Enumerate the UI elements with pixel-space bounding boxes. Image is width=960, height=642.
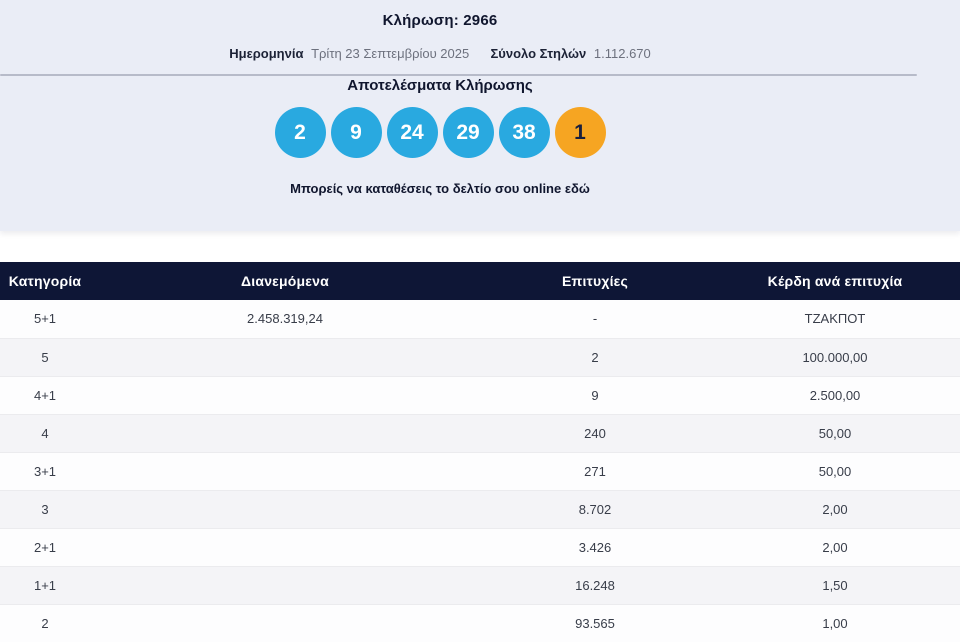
results-title: Αποτελέσματα Κλήρωσης — [347, 77, 533, 94]
joker-number-ball: 1 — [554, 107, 606, 158]
cell-winners: 8.702 — [578, 501, 612, 517]
cell-winners: 271 — [584, 463, 606, 479]
cell-distributed — [90, 452, 480, 490]
results-table: Κατηγορία Διανεμόμενα Επιτυχίες Κέρδη αν… — [0, 262, 960, 642]
table-row: 3 8.702 2,00 — [0, 490, 960, 528]
column-header-distributed: Διανεμόμενα — [90, 262, 480, 300]
cell-category: 3 — [41, 501, 49, 517]
cell-category: 5 — [41, 349, 49, 365]
cell-prize: 1,50 — [822, 577, 848, 593]
cell-distributed — [90, 528, 480, 566]
draw-header: Κλήρωση: 2966 Ημερομηνία Τρίτη 23 Σεπτεμ… — [0, 0, 880, 61]
cell-prize: 2,00 — [822, 501, 848, 517]
total-columns-value: 1.112.670 — [593, 46, 651, 61]
cell-winners: 9 — [591, 387, 599, 403]
table-row: 4 240 50,00 — [0, 414, 960, 452]
cell-distributed — [90, 566, 480, 604]
cell-category: 1+1 — [33, 577, 57, 593]
cell-prize: 100.000,00 — [802, 349, 868, 365]
cell-prize: 50,00 — [818, 425, 852, 441]
cell-category: 2+1 — [33, 539, 57, 555]
deposit-online-link[interactable]: Μπορείς να καταθέσεις το δελτίο σου onli… — [290, 181, 590, 196]
table-header-row: Κατηγορία Διανεμόμενα Επιτυχίες Κέρδη αν… — [0, 262, 960, 300]
table-row: 5 2 100.000,00 — [0, 338, 960, 376]
table-row: 2 93.565 1,00 — [0, 604, 960, 642]
draw-results: Αποτελέσματα Κλήρωσης 2 9 24 29 38 1 Μπο… — [0, 61, 880, 198]
column-header-winners: Επιτυχίες — [480, 262, 710, 300]
total-columns-label: Σύνολο Στηλών — [490, 46, 587, 61]
cell-distributed — [90, 414, 480, 452]
cell-distributed — [90, 338, 480, 376]
winning-numbers: 2 9 24 29 38 1 — [0, 107, 880, 158]
date-label: Ημερομηνία — [229, 46, 304, 61]
winning-number-ball: 29 — [442, 107, 494, 158]
table-row: 2+1 3.426 2,00 — [0, 528, 960, 566]
cell-winners: 240 — [584, 425, 606, 441]
winning-number-ball: 38 — [498, 107, 550, 158]
cell-winners: 16.248 — [575, 577, 615, 593]
cell-category: 2 — [41, 615, 49, 631]
cell-prize: 50,00 — [818, 463, 852, 479]
cell-distributed — [90, 604, 480, 642]
cell-winners: 93.565 — [575, 615, 615, 631]
cell-winners: - — [592, 311, 598, 327]
prize-table-section: Κατηγορία Διανεμόμενα Επιτυχίες Κέρδη αν… — [0, 262, 960, 642]
cell-winners: 2 — [591, 349, 599, 365]
table-row: 1+1 16.248 1,50 — [0, 566, 960, 604]
winning-number-ball: 9 — [330, 107, 382, 158]
cell-category: 4 — [41, 425, 49, 441]
draw-meta: Ημερομηνία Τρίτη 23 Σεπτεμβρίου 2025 Σύν… — [0, 46, 880, 61]
date-value: Τρίτη 23 Σεπτεμβρίου 2025 — [311, 46, 470, 61]
table-row: 3+1 271 50,00 — [0, 452, 960, 490]
draw-summary-panel: Κλήρωση: 2966 Ημερομηνία Τρίτη 23 Σεπτεμ… — [0, 0, 960, 231]
cell-distributed — [90, 376, 480, 414]
cell-prize: 2.500,00 — [809, 387, 861, 403]
cell-winners: 3.426 — [578, 539, 612, 555]
cell-category: 5+1 — [33, 311, 57, 327]
winning-number-ball: 2 — [274, 107, 326, 158]
cell-prize: ΤΖΑΚΠΟΤ — [804, 311, 866, 327]
draw-title: Κλήρωση: 2966 — [382, 12, 498, 29]
table-row: 4+1 9 2.500,00 — [0, 376, 960, 414]
table-row: 5+1 2.458.319,24 - ΤΖΑΚΠΟΤ — [0, 300, 960, 338]
cell-distributed: 2.458.319,24 — [247, 311, 323, 327]
cell-category: 3+1 — [33, 463, 57, 479]
column-header-prize: Κέρδη ανά επιτυχία — [710, 262, 960, 300]
column-header-category: Κατηγορία — [0, 262, 90, 300]
cell-prize: 2,00 — [822, 539, 848, 555]
divider — [0, 74, 917, 76]
cell-prize: 1,00 — [822, 615, 848, 631]
cell-category: 4+1 — [33, 387, 57, 403]
winning-number-ball: 24 — [386, 107, 438, 158]
cell-distributed — [90, 490, 480, 528]
